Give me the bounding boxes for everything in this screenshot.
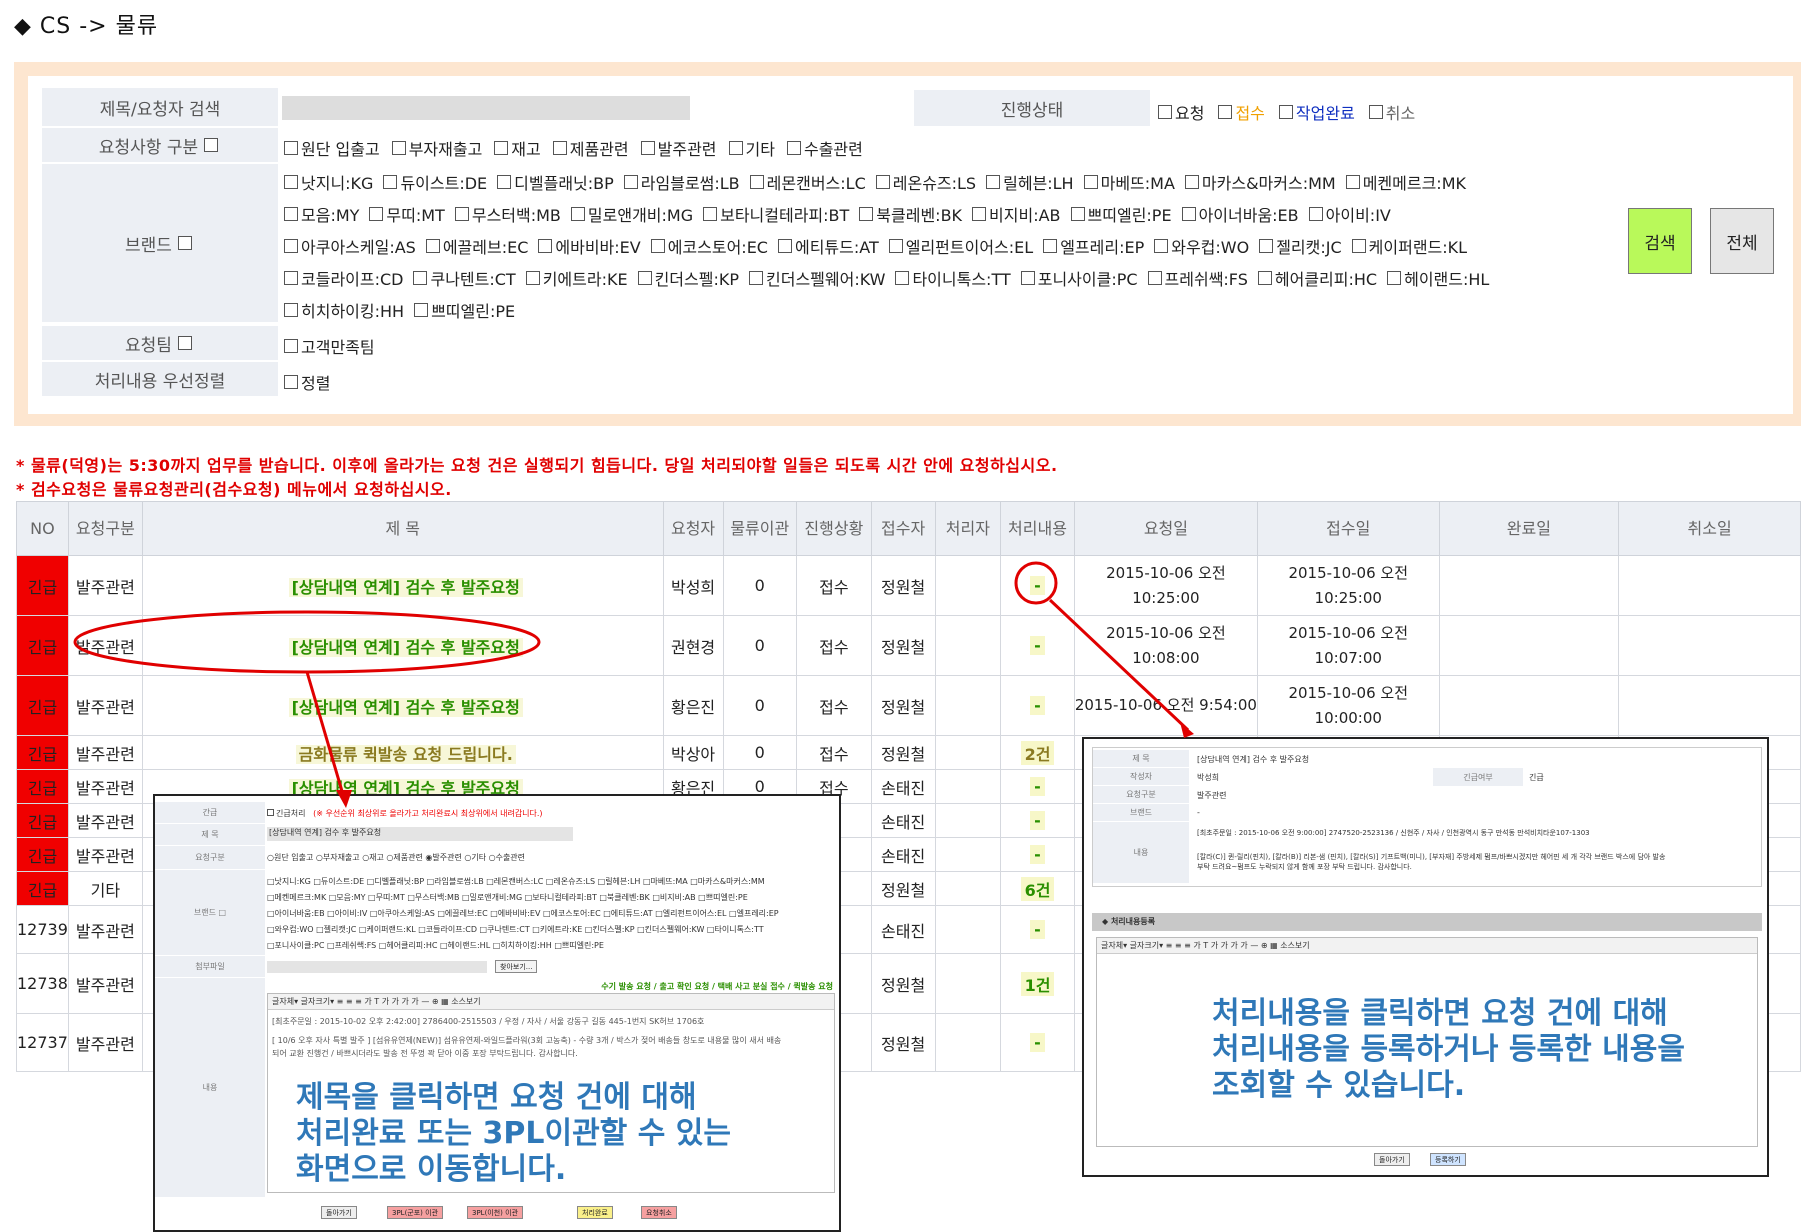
- arrow-to-process-popup: [1048, 598, 1190, 732]
- arrow-to-detail-popup: [305, 671, 346, 799]
- process-highlight-circle: [1014, 561, 1058, 605]
- title-highlight-ellipse: [73, 610, 541, 674]
- arrow-head-right: [1180, 722, 1194, 738]
- annotation-overlay: [73, 561, 1194, 808]
- arrow-head-left: [336, 790, 352, 808]
